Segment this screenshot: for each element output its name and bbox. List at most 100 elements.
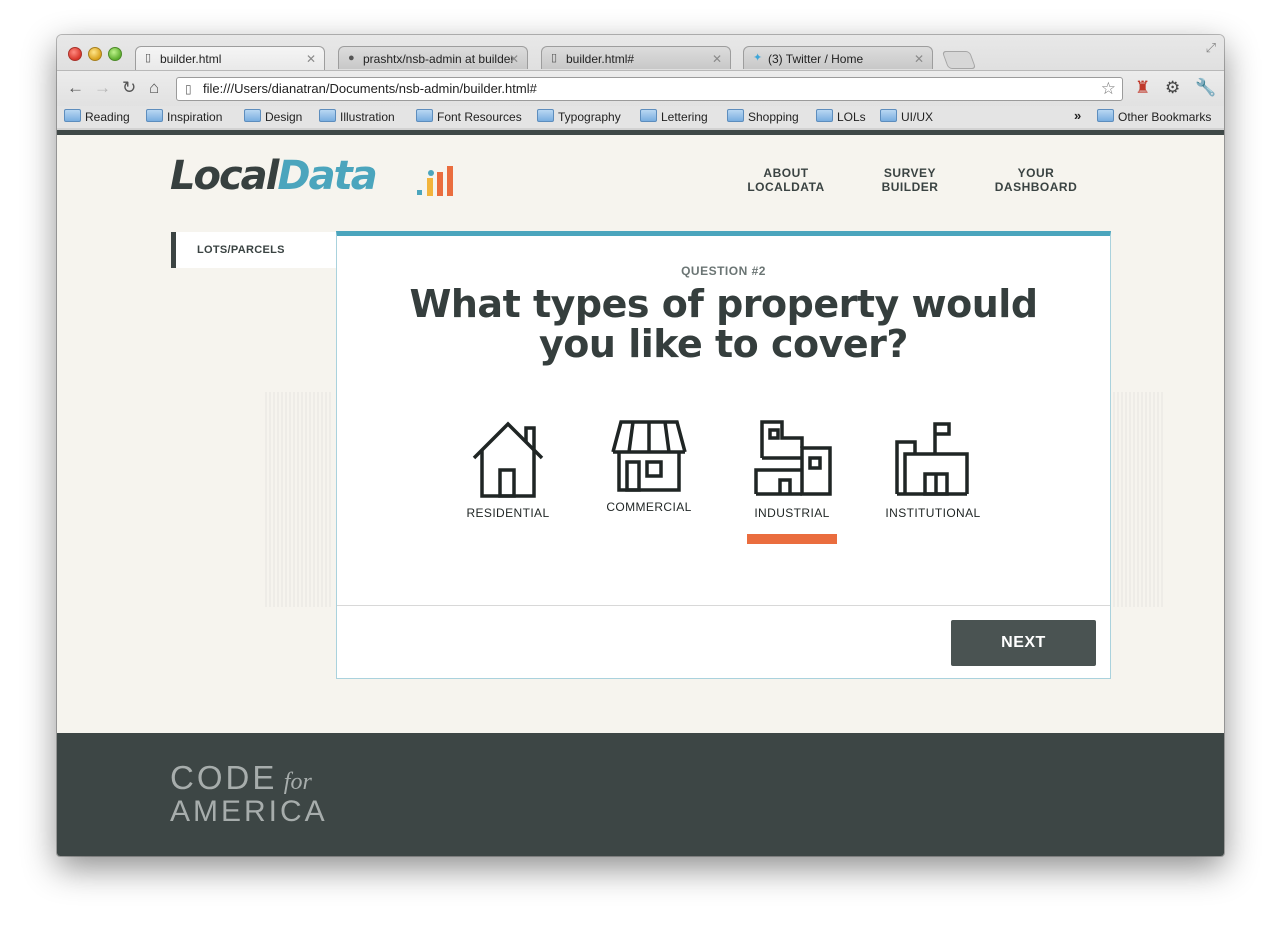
- close-icon[interactable]: ✕: [914, 52, 924, 66]
- question-number: QUESTION #2: [681, 264, 766, 278]
- close-icon[interactable]: ✕: [509, 52, 519, 66]
- folder-icon: [640, 109, 657, 122]
- forward-icon[interactable]: →: [94, 78, 111, 98]
- bookmark-label: UI/UX: [901, 110, 934, 124]
- minimize-window-button[interactable]: [88, 47, 102, 61]
- page-footer: CODE for AMERICA: [57, 733, 1224, 856]
- bookmark-inspiration[interactable]: Inspiration: [146, 109, 222, 124]
- option-institutional[interactable]: INSTITUTIONAL: [873, 418, 993, 520]
- nav-survey-builder[interactable]: SURVEY BUILDER: [869, 166, 951, 194]
- toolbar: ← → ↻ ⌂ ▯ file:///Users/dianatran/Docume…: [57, 70, 1224, 107]
- bookmark-label: Other Bookmarks: [1118, 110, 1212, 124]
- logo-data: Data: [277, 153, 377, 199]
- bookmark-label: Illustration: [340, 110, 395, 124]
- logo-local: Local: [170, 153, 279, 199]
- star-icon[interactable]: ☆: [1101, 79, 1116, 99]
- folder-icon: [880, 109, 897, 122]
- zoom-window-button[interactable]: [108, 47, 122, 61]
- bookmark-label: Design: [265, 110, 303, 124]
- browser-window: ▯ builder.html ✕ ● prashtx/nsb-admin at …: [57, 35, 1224, 856]
- page-content: LocalData ABOUT LOCALDATA SURVEY BUILDER…: [57, 130, 1224, 856]
- folder-icon: [537, 109, 554, 122]
- tab-title: builder.html#: [566, 52, 635, 66]
- option-residential[interactable]: RESIDENTIAL: [448, 418, 568, 520]
- close-icon[interactable]: ✕: [712, 52, 722, 66]
- bookmark-label: Shopping: [748, 110, 799, 124]
- page-icon: ▯: [551, 52, 558, 64]
- nav-line: LOCALDATA: [747, 180, 825, 194]
- more-bookmarks-chevron[interactable]: »: [1074, 108, 1081, 123]
- bookmark-label: Inspiration: [167, 110, 223, 124]
- new-tab-button[interactable]: [941, 51, 977, 69]
- bookmark-lols[interactable]: LOLs: [816, 109, 866, 124]
- extension-icon[interactable]: ♜: [1135, 78, 1150, 98]
- bookmark-reading[interactable]: Reading: [64, 109, 130, 124]
- tab-builder[interactable]: ▯ builder.html ✕: [135, 46, 325, 70]
- folder-icon: [244, 109, 261, 122]
- folder-icon: [416, 109, 433, 122]
- gear-icon[interactable]: ⚙: [1165, 78, 1180, 98]
- folder-icon: [64, 109, 81, 122]
- nav-line: DASHBOARD: [994, 180, 1078, 194]
- question-card: QUESTION #2 What types of property would…: [336, 231, 1111, 679]
- bookmark-illustration[interactable]: Illustration: [319, 109, 395, 124]
- storefront-icon: [611, 420, 687, 492]
- bookmark-label: Typography: [558, 110, 621, 124]
- institution-icon: [895, 422, 969, 496]
- nav-about[interactable]: ABOUT LOCALDATA: [745, 166, 827, 194]
- nav-line: BUILDER: [881, 180, 939, 194]
- top-strip: [57, 130, 1224, 135]
- browser-chrome: ▯ builder.html ✕ ● prashtx/nsb-admin at …: [57, 35, 1224, 131]
- tab-title: (3) Twitter / Home: [768, 52, 864, 66]
- code-for-america-logo[interactable]: CODE for AMERICA: [170, 761, 328, 828]
- question-title: What types of property would you like to…: [409, 282, 1038, 366]
- logo-bars-icon: [417, 166, 453, 196]
- cfa-code: CODE: [170, 759, 278, 796]
- localdata-logo[interactable]: LocalData: [170, 153, 453, 199]
- bookmark-label: LOLs: [837, 110, 866, 124]
- folder-icon: [146, 109, 163, 122]
- reload-icon[interactable]: ↻: [122, 78, 136, 98]
- folder-icon: [727, 109, 744, 122]
- back-icon[interactable]: ←: [67, 78, 84, 98]
- bookmark-label: Reading: [85, 110, 130, 124]
- tab-builder-hash[interactable]: ▯ builder.html# ✕: [541, 46, 731, 69]
- cfa-for: for: [283, 769, 312, 795]
- option-label: INSTITUTIONAL: [885, 506, 981, 520]
- close-window-button[interactable]: [68, 47, 82, 61]
- tab-twitter[interactable]: ✦ (3) Twitter / Home ✕: [743, 46, 933, 69]
- close-icon[interactable]: ✕: [306, 52, 316, 66]
- factory-icon: [754, 420, 832, 496]
- sidebar-item-lots-parcels[interactable]: LOTS/PARCELS: [171, 232, 337, 268]
- tab-github[interactable]: ● prashtx/nsb-admin at builder ✕: [338, 46, 528, 69]
- option-label: COMMERCIAL: [606, 500, 692, 514]
- bookmark-ui-ux[interactable]: UI/UX: [880, 109, 933, 124]
- address-bar[interactable]: ▯ file:///Users/dianatran/Documents/nsb-…: [176, 77, 1123, 101]
- nav-line: SURVEY: [883, 166, 937, 180]
- bookmarks-bar: Reading Inspiration Design Illustration …: [57, 106, 1224, 128]
- bookmark-label: Lettering: [661, 110, 708, 124]
- tab-title: prashtx/nsb-admin at builder: [363, 52, 513, 66]
- fullscreen-icon[interactable]: ⤢: [1206, 40, 1216, 56]
- wrench-icon[interactable]: 🔧: [1195, 78, 1216, 98]
- bookmark-lettering[interactable]: Lettering: [640, 109, 708, 124]
- bookmark-shopping[interactable]: Shopping: [727, 109, 799, 124]
- option-label: INDUSTRIAL: [754, 506, 830, 520]
- cfa-america: AMERICA: [170, 795, 328, 828]
- tab-title: builder.html: [160, 52, 222, 66]
- bookmark-design[interactable]: Design: [244, 109, 302, 124]
- github-icon: ●: [348, 52, 355, 64]
- bookmark-other[interactable]: Other Bookmarks: [1097, 109, 1211, 124]
- nav-dashboard[interactable]: YOUR DASHBOARD: [991, 166, 1081, 194]
- twitter-icon: ✦: [753, 52, 763, 64]
- home-icon[interactable]: ⌂: [149, 78, 159, 98]
- bookmark-label: Font Resources: [437, 110, 522, 124]
- bookmark-typography[interactable]: Typography: [537, 109, 621, 124]
- option-label: RESIDENTIAL: [466, 506, 550, 520]
- next-button[interactable]: NEXT: [951, 620, 1096, 666]
- bookmark-font-resources[interactable]: Font Resources: [416, 109, 522, 124]
- option-industrial[interactable]: INDUSTRIAL: [732, 418, 852, 520]
- folder-icon: [816, 109, 833, 122]
- house-icon: [472, 421, 544, 498]
- option-commercial[interactable]: COMMERCIAL: [589, 418, 709, 514]
